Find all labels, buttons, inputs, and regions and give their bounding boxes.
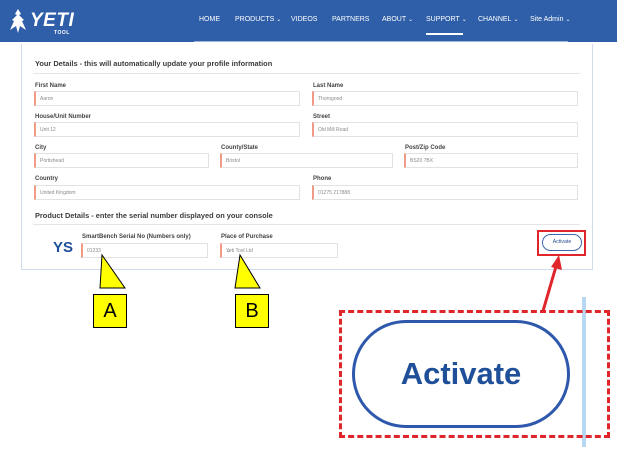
red-arrow-head: [551, 255, 562, 270]
callout-a-pointer: [99, 253, 126, 289]
red-arrow-line: [541, 262, 559, 312]
callout-a: A: [93, 294, 127, 328]
callout-b: B: [235, 294, 269, 328]
zoomed-activate-button: Activate: [352, 320, 570, 428]
callout-b-pointer: [234, 253, 261, 289]
